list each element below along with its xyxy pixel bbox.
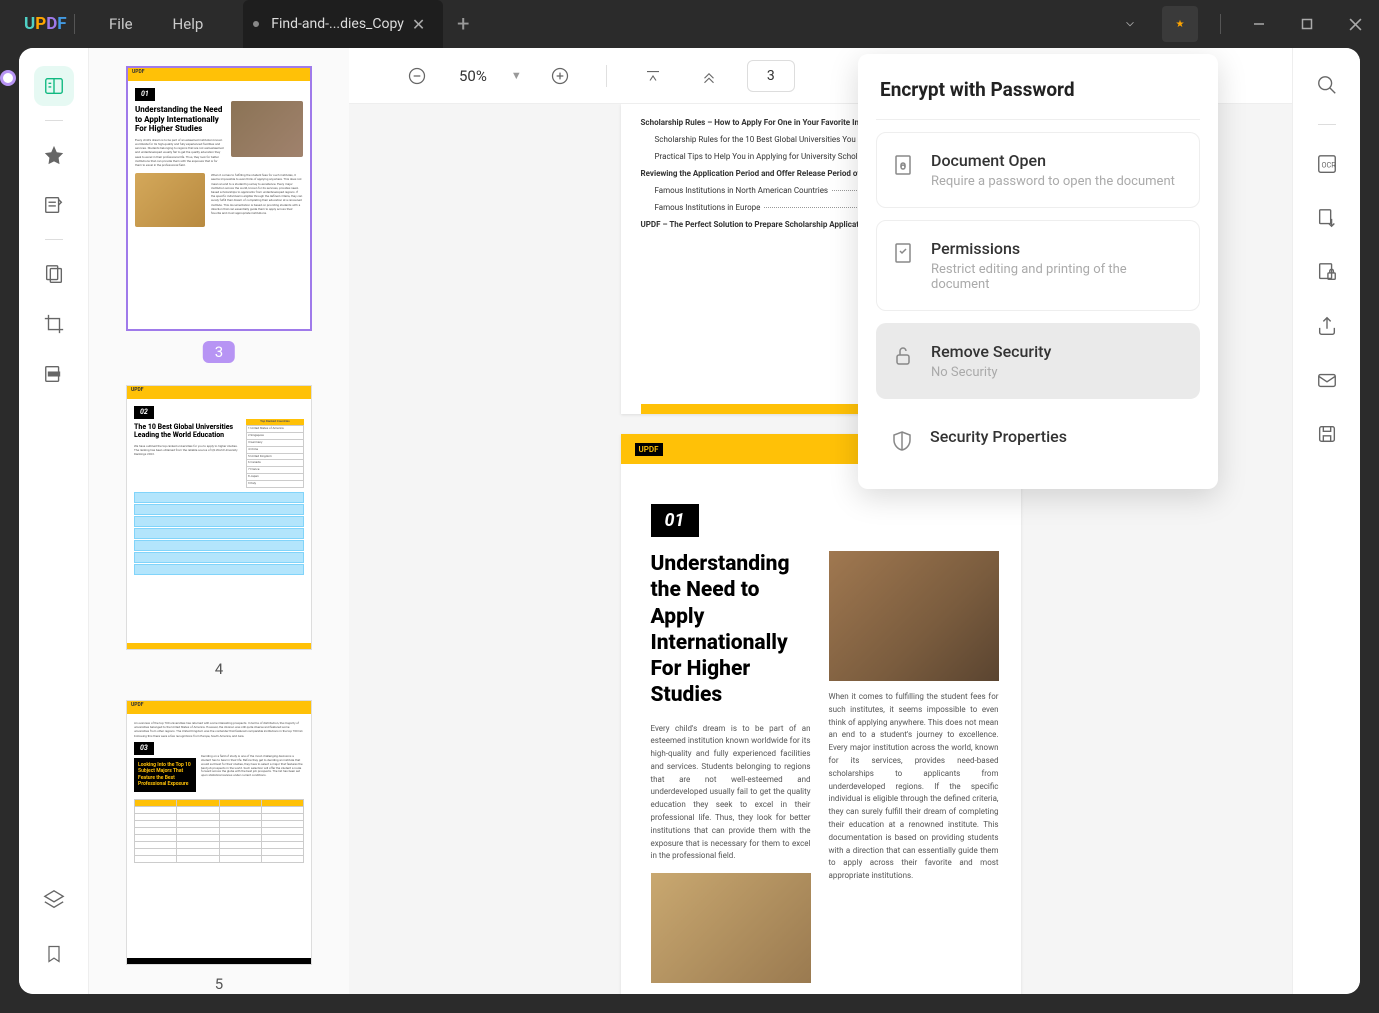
body-paragraph-2: When it comes to fulfilling the student … [829, 691, 999, 883]
share-button[interactable] [1308, 307, 1346, 345]
illustration-2 [651, 873, 811, 983]
menu-file[interactable]: File [89, 15, 153, 33]
zoom-level: 50% [455, 67, 491, 85]
reader-mode-button[interactable] [34, 66, 74, 106]
tab-add-button[interactable]: + [443, 12, 483, 37]
window-maximize-button[interactable] [1283, 0, 1331, 48]
chevron-down-icon[interactable] [1106, 17, 1154, 31]
convert-button[interactable] [1308, 199, 1346, 237]
titlebar: UPDF File Help Find-and-...dies_Copy ✕ +… [0, 0, 1379, 48]
chapter-title: Understanding the Need to Apply Internat… [651, 551, 811, 709]
protect-button[interactable] [1308, 253, 1346, 291]
tab-pin-icon [253, 21, 259, 27]
redact-tool-button[interactable] [34, 354, 74, 394]
prev-page-button[interactable] [691, 58, 727, 94]
thumbnail-page-5[interactable]: An overview of the top 700 universities … [111, 700, 327, 993]
permissions-icon [889, 239, 917, 267]
window-minimize-button[interactable] [1235, 0, 1283, 48]
highlight-tool-button[interactable] [34, 135, 74, 175]
app-logo: UPDF [0, 14, 60, 34]
document-tab[interactable]: Find-and-...dies_Copy ✕ [243, 0, 443, 48]
tab-close-icon[interactable]: ✕ [412, 15, 425, 34]
encrypt-document-open[interactable]: Document Open Require a password to open… [876, 132, 1200, 208]
ocr-button[interactable]: OCR [1308, 145, 1346, 183]
encrypt-permissions[interactable]: Permissions Restrict editing and printin… [876, 220, 1200, 311]
edit-text-button[interactable] [34, 185, 74, 225]
first-page-button[interactable] [635, 58, 671, 94]
profile-badge[interactable]: ★ [1162, 6, 1198, 42]
window-close-button[interactable] [1331, 0, 1379, 48]
encrypt-panel-title: Encrypt with Password [876, 72, 1200, 120]
page-number-input[interactable] [747, 60, 795, 92]
tab-title: Find-and-...dies_Copy [271, 16, 404, 32]
save-button[interactable] [1308, 415, 1346, 453]
crop-tool-button[interactable] [34, 304, 74, 344]
document-lock-icon [889, 151, 917, 179]
layers-button[interactable] [34, 880, 74, 920]
zoom-in-button[interactable] [542, 58, 578, 94]
app-body: 01 Understanding the Need to Apply Inter… [19, 48, 1360, 994]
thumbnail-page-4[interactable]: 02 The 10 Best Global Universities Leadi… [111, 385, 327, 678]
left-tool-rail [19, 48, 89, 994]
search-button[interactable] [1308, 66, 1346, 104]
zoom-out-button[interactable] [399, 58, 435, 94]
organize-pages-button[interactable] [34, 254, 74, 294]
encrypt-panel: Encrypt with Password Document Open Requ… [858, 54, 1218, 489]
svg-text:OCR: OCR [1321, 161, 1336, 170]
email-button[interactable] [1308, 361, 1346, 399]
menu-help[interactable]: Help [153, 15, 224, 33]
bookmarks-button[interactable] [34, 934, 74, 974]
shield-icon [888, 427, 916, 455]
body-paragraph-1: Every child's dream is to be part of an … [651, 723, 811, 864]
edge-marker [0, 70, 16, 86]
encrypt-security-properties[interactable]: Security Properties [876, 411, 1200, 471]
chapter-number: 01 [651, 504, 699, 537]
thumbnail-page-3[interactable]: 01 Understanding the Need to Apply Inter… [111, 66, 327, 363]
encrypt-remove-security[interactable]: Remove Security No Security [876, 323, 1200, 399]
document-page-chapter: UPDF 01 Understanding the Need to Apply … [621, 434, 1021, 994]
unlock-icon [889, 342, 917, 370]
thumbnail-panel: 01 Understanding the Need to Apply Inter… [89, 48, 349, 994]
right-tool-rail: OCR [1292, 48, 1360, 994]
illustration-1 [829, 551, 999, 681]
document-view: 50% ▼ Scholarship Rules – How to Apply F… [349, 48, 1292, 994]
zoom-dropdown-icon[interactable]: ▼ [511, 69, 522, 82]
